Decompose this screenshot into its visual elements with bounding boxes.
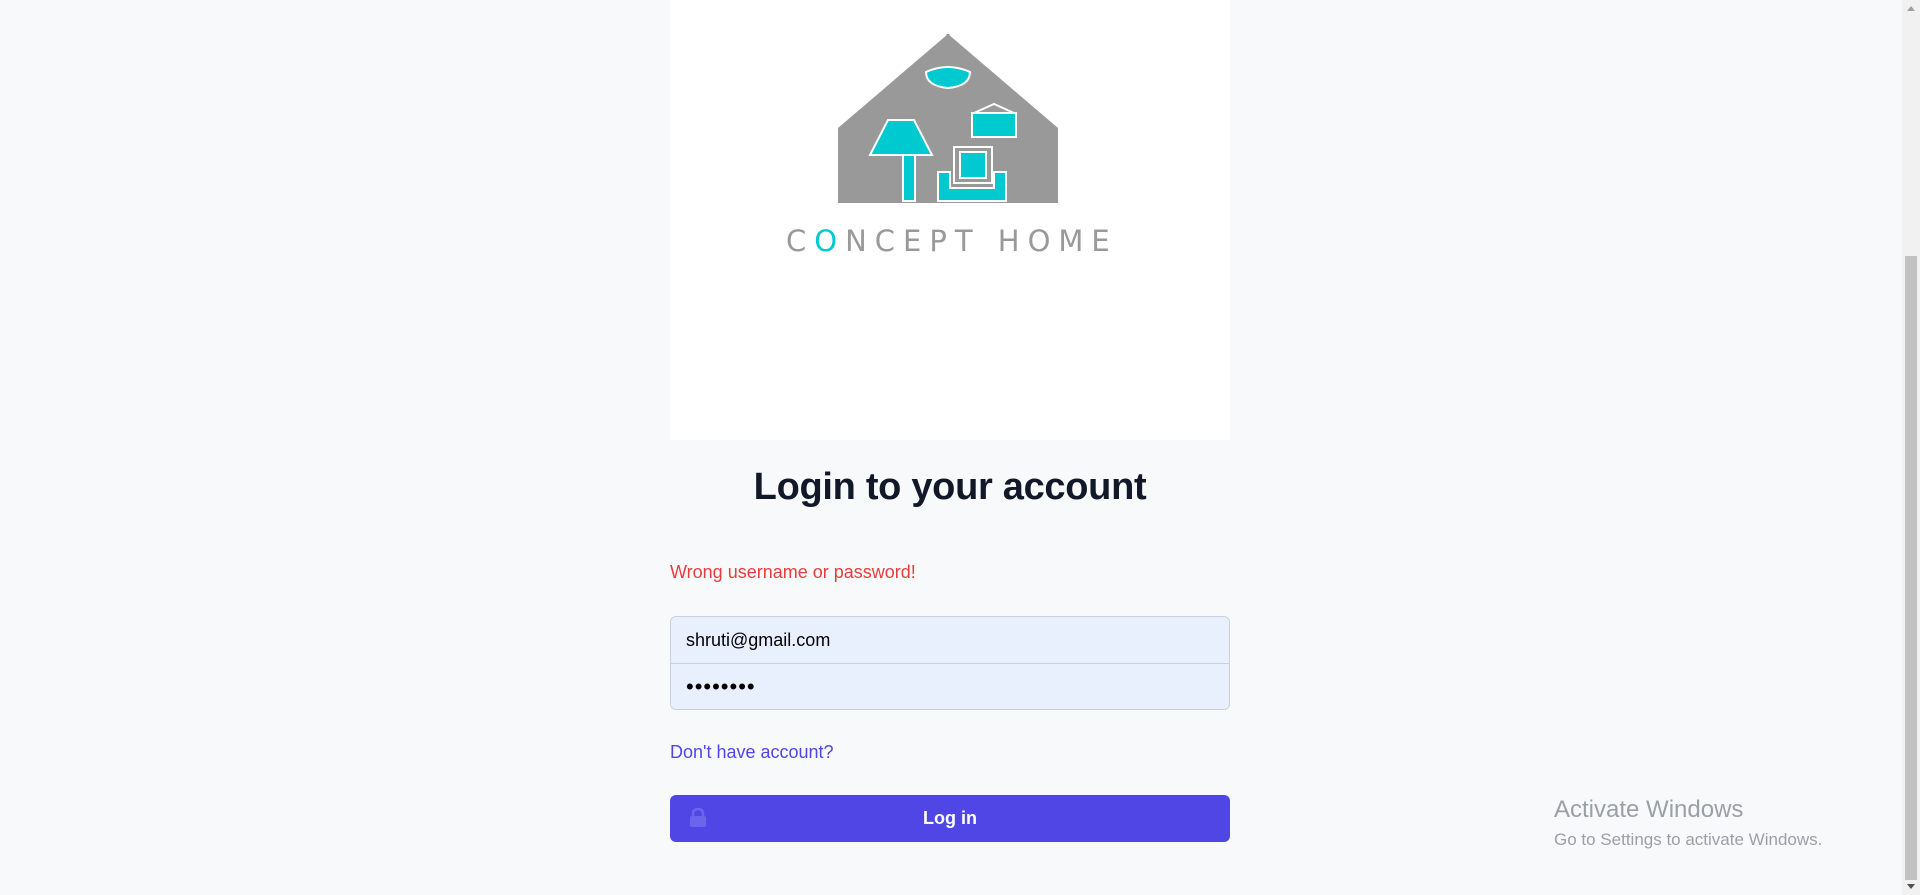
page-title: Login to your account (753, 466, 1147, 508)
scroll-up-icon[interactable] (1907, 6, 1915, 11)
logo-panel: CONCEPT HOME (670, 0, 1230, 440)
scroll-down-icon[interactable] (1907, 884, 1915, 889)
watermark-subtitle: Go to Settings to activate Windows. (1554, 830, 1823, 849)
password-field[interactable] (671, 664, 1229, 709)
login-button-label: Log in (923, 808, 977, 828)
scrollbar-thumb[interactable] (1905, 256, 1917, 880)
watermark-title: Activate Windows (1554, 796, 1744, 823)
error-message: Wrong username or password! (670, 562, 916, 582)
lock-icon (690, 808, 706, 827)
logo-wordmark: CONCEPT HOME (786, 224, 1118, 258)
login-button[interactable]: Log in (670, 795, 1230, 842)
email-field[interactable] (671, 617, 1229, 664)
vertical-scrollbar[interactable] (1902, 0, 1920, 895)
credentials-group (670, 616, 1230, 710)
signup-link[interactable]: Don't have account? (670, 742, 834, 763)
concept-home-logo: CONCEPT HOME (786, 34, 1118, 258)
activate-windows-watermark: Activate Windows Go to Settings to activ… (1554, 796, 1822, 850)
